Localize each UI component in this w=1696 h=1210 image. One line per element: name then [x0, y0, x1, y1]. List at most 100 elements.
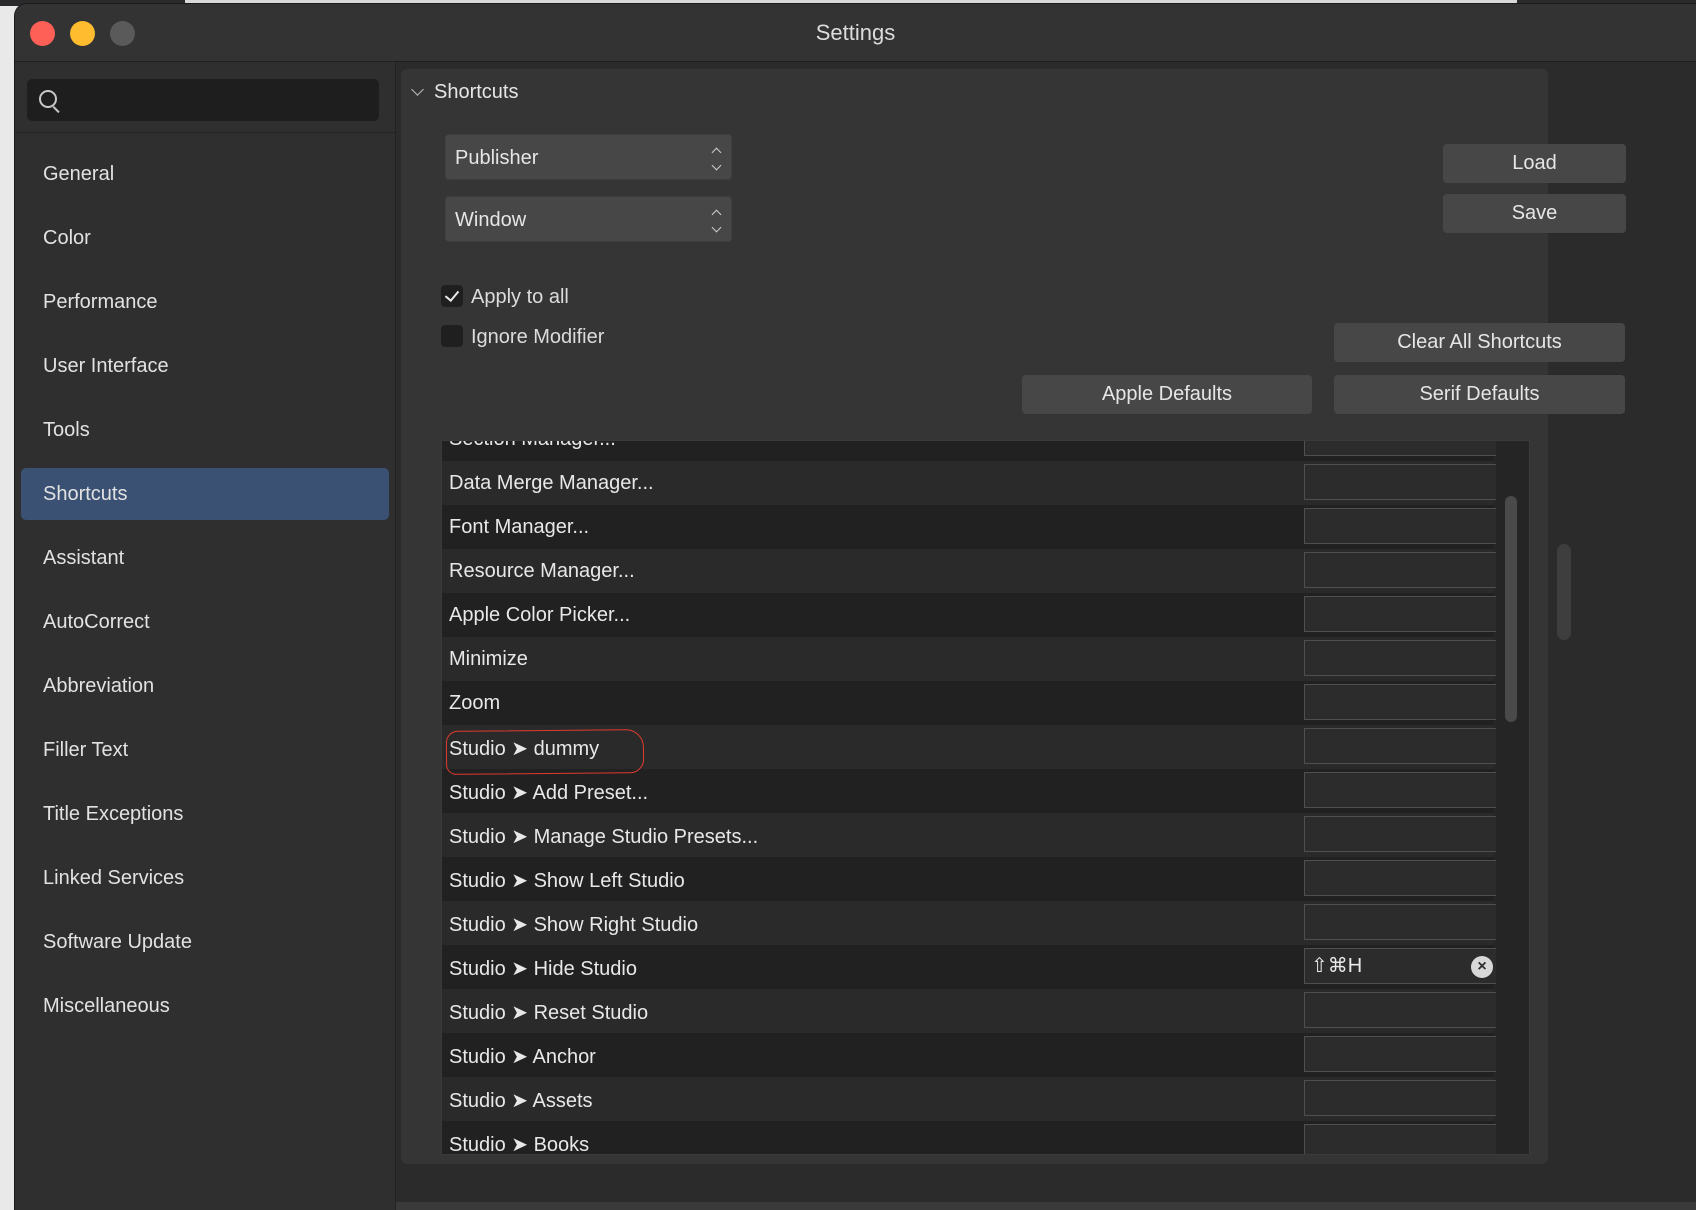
shortcut-key-field[interactable]: [1304, 508, 1500, 544]
title-bar: Settings: [15, 4, 1696, 62]
search-icon: [39, 90, 57, 108]
shortcut-command-name: Studio ➤ Add Preset...: [449, 782, 649, 804]
table-row[interactable]: Studio ➤ Manage Studio Presets...: [442, 813, 1500, 857]
table-row[interactable]: Studio ➤ Show Right Studio: [442, 901, 1500, 945]
chevron-updown-icon: [711, 208, 722, 233]
sidebar-item-shortcuts[interactable]: Shortcuts: [21, 468, 389, 520]
load-button[interactable]: Load: [1443, 144, 1626, 183]
sidebar-item-title-exceptions[interactable]: Title Exceptions: [21, 788, 389, 840]
shortcut-key-field[interactable]: [1304, 772, 1500, 808]
shortcut-key-field[interactable]: [1304, 1080, 1500, 1116]
search-box[interactable]: [27, 79, 379, 123]
sidebar-item-tools[interactable]: Tools: [21, 404, 389, 456]
shortcut-command-name: Studio ➤ Manage Studio Presets...: [449, 826, 759, 848]
checkbox-checked-icon: [441, 285, 463, 307]
table-row[interactable]: Studio ➤ Show Left Studio: [442, 857, 1500, 901]
shortcut-key-field[interactable]: [1304, 596, 1500, 632]
shortcut-command-name: Apple Color Picker...: [449, 604, 631, 626]
sidebar-item-abbreviation[interactable]: Abbreviation: [21, 660, 389, 712]
shortcut-command-name: Resource Manager...: [449, 560, 635, 582]
clear-shortcut-icon[interactable]: ×: [1471, 956, 1493, 978]
table-row[interactable]: Studio ➤ Add Preset...: [442, 769, 1500, 813]
shortcut-key-field[interactable]: [1304, 684, 1500, 720]
menu-select[interactable]: Window: [445, 196, 732, 242]
shortcut-key-field[interactable]: [1304, 552, 1500, 588]
table-scrollbar-thumb[interactable]: [1505, 496, 1517, 722]
sidebar-nav: General Color Performance User Interface Too…: [21, 148, 389, 1044]
serif-defaults-button[interactable]: Serif Defaults: [1334, 375, 1625, 414]
table-row[interactable]: Minimize: [442, 637, 1500, 681]
shortcut-key-field[interactable]: [1304, 992, 1500, 1028]
sidebar-item-performance[interactable]: Performance: [21, 276, 389, 328]
chevron-updown-icon: [711, 146, 722, 171]
shortcut-key-field[interactable]: ⇧⌘H ×: [1304, 948, 1500, 984]
shortcut-command-name: Studio ➤ Assets: [449, 1090, 593, 1112]
ignore-modifier-checkbox[interactable]: Ignore Modifier: [441, 325, 604, 349]
shortcut-key-field[interactable]: [1304, 1036, 1500, 1072]
table-scrollbar[interactable]: [1496, 441, 1528, 1154]
sidebar: General Color Performance User Interface Too…: [15, 62, 396, 1210]
clear-all-shortcuts-button[interactable]: Clear All Shortcuts: [1334, 323, 1625, 362]
shortcut-key-field[interactable]: [1304, 441, 1500, 456]
shortcut-command-name: Studio ➤ Anchor: [449, 1046, 596, 1068]
shortcut-key-value: ⇧⌘H: [1311, 955, 1363, 977]
shortcut-command-name: Font Manager...: [449, 516, 590, 538]
apple-defaults-button[interactable]: Apple Defaults: [1022, 375, 1312, 414]
shortcuts-section: Shortcuts Publisher Window Load Save App…: [401, 69, 1626, 1164]
shortcuts-pane: Shortcuts Publisher Window Load Save App…: [396, 62, 1696, 1210]
sidebar-item-user-interface[interactable]: User Interface: [21, 340, 389, 392]
shortcut-command-name: Studio ➤ Books: [449, 1134, 590, 1155]
window-title: Settings: [815, 20, 896, 45]
ignore-modifier-label: Ignore Modifier: [471, 326, 605, 348]
table-row[interactable]: Data Merge Manager...: [442, 461, 1500, 505]
section-header[interactable]: Shortcuts: [411, 81, 518, 104]
shortcut-command-name: Studio ➤ Reset Studio: [449, 1002, 649, 1024]
shortcut-key-field[interactable]: [1304, 904, 1500, 940]
shortcut-key-field[interactable]: [1304, 464, 1500, 500]
table-row[interactable]: Studio ➤ Anchor: [442, 1033, 1500, 1077]
table-row[interactable]: Apple Color Picker...: [442, 593, 1500, 637]
shortcut-key-field[interactable]: [1304, 728, 1500, 764]
table-row[interactable]: Studio ➤ Books: [442, 1121, 1500, 1155]
shortcut-command-name: Studio ➤ Show Right Studio: [449, 914, 699, 936]
shortcut-key-field[interactable]: [1304, 816, 1500, 852]
table-row[interactable]: Zoom: [442, 681, 1500, 725]
sidebar-item-software-update[interactable]: Software Update: [21, 916, 389, 968]
shortcut-command-name: Section Manager...: [449, 441, 616, 451]
table-row[interactable]: Font Manager...: [442, 505, 1500, 549]
save-button[interactable]: Save: [1443, 194, 1626, 233]
shortcut-command-name: Studio ➤ Show Left Studio: [449, 870, 685, 892]
checkbox-unchecked-icon: [441, 325, 463, 347]
sidebar-item-general[interactable]: General: [21, 148, 389, 200]
horizontal-scrollbar[interactable]: [396, 1202, 1696, 1210]
divider: [15, 132, 395, 133]
sidebar-item-filler-text[interactable]: Filler Text: [21, 724, 389, 776]
search-input[interactable]: [67, 79, 371, 123]
shortcut-key-field[interactable]: [1304, 860, 1500, 896]
sidebar-item-autocorrect[interactable]: AutoCorrect: [21, 596, 389, 648]
shortcut-command-name: Studio ➤ Hide Studio: [449, 958, 637, 980]
table-row[interactable]: Section Manager...: [442, 441, 1500, 461]
app-select[interactable]: Publisher: [445, 134, 732, 180]
table-row[interactable]: Studio ➤ Hide Studio ⇧⌘H ×: [442, 945, 1500, 989]
sidebar-item-assistant[interactable]: Assistant: [21, 532, 389, 584]
section-title: Shortcuts: [434, 81, 519, 103]
table-row[interactable]: Studio ➤ Assets: [442, 1077, 1500, 1121]
menu-select-value: Window: [455, 209, 527, 231]
chevron-down-icon: [411, 83, 424, 96]
sidebar-item-color[interactable]: Color: [21, 212, 389, 264]
app-select-value: Publisher: [455, 147, 539, 169]
shortcut-command-name: Zoom: [449, 692, 501, 714]
settings-window: Settings General Color Performance User Int…: [15, 4, 1696, 1210]
shortcuts-table: Studio ➤ Books Studio ➤ Assets Studio ➤ An…: [441, 440, 1530, 1155]
shortcut-command-name: Data Merge Manager...: [449, 472, 654, 494]
pane-scrollbar-thumb[interactable]: [1557, 544, 1571, 640]
apply-to-all-checkbox[interactable]: Apply to all: [441, 285, 569, 309]
sidebar-item-linked-services[interactable]: Linked Services: [21, 852, 389, 904]
table-row[interactable]: Resource Manager...: [442, 549, 1500, 593]
shortcut-command-name: Minimize: [449, 648, 528, 670]
sidebar-item-miscellaneous[interactable]: Miscellaneous: [21, 980, 389, 1032]
table-row[interactable]: Studio ➤ Reset Studio: [442, 989, 1500, 1033]
shortcut-key-field[interactable]: [1304, 640, 1500, 676]
shortcut-key-field[interactable]: [1304, 1124, 1500, 1154]
